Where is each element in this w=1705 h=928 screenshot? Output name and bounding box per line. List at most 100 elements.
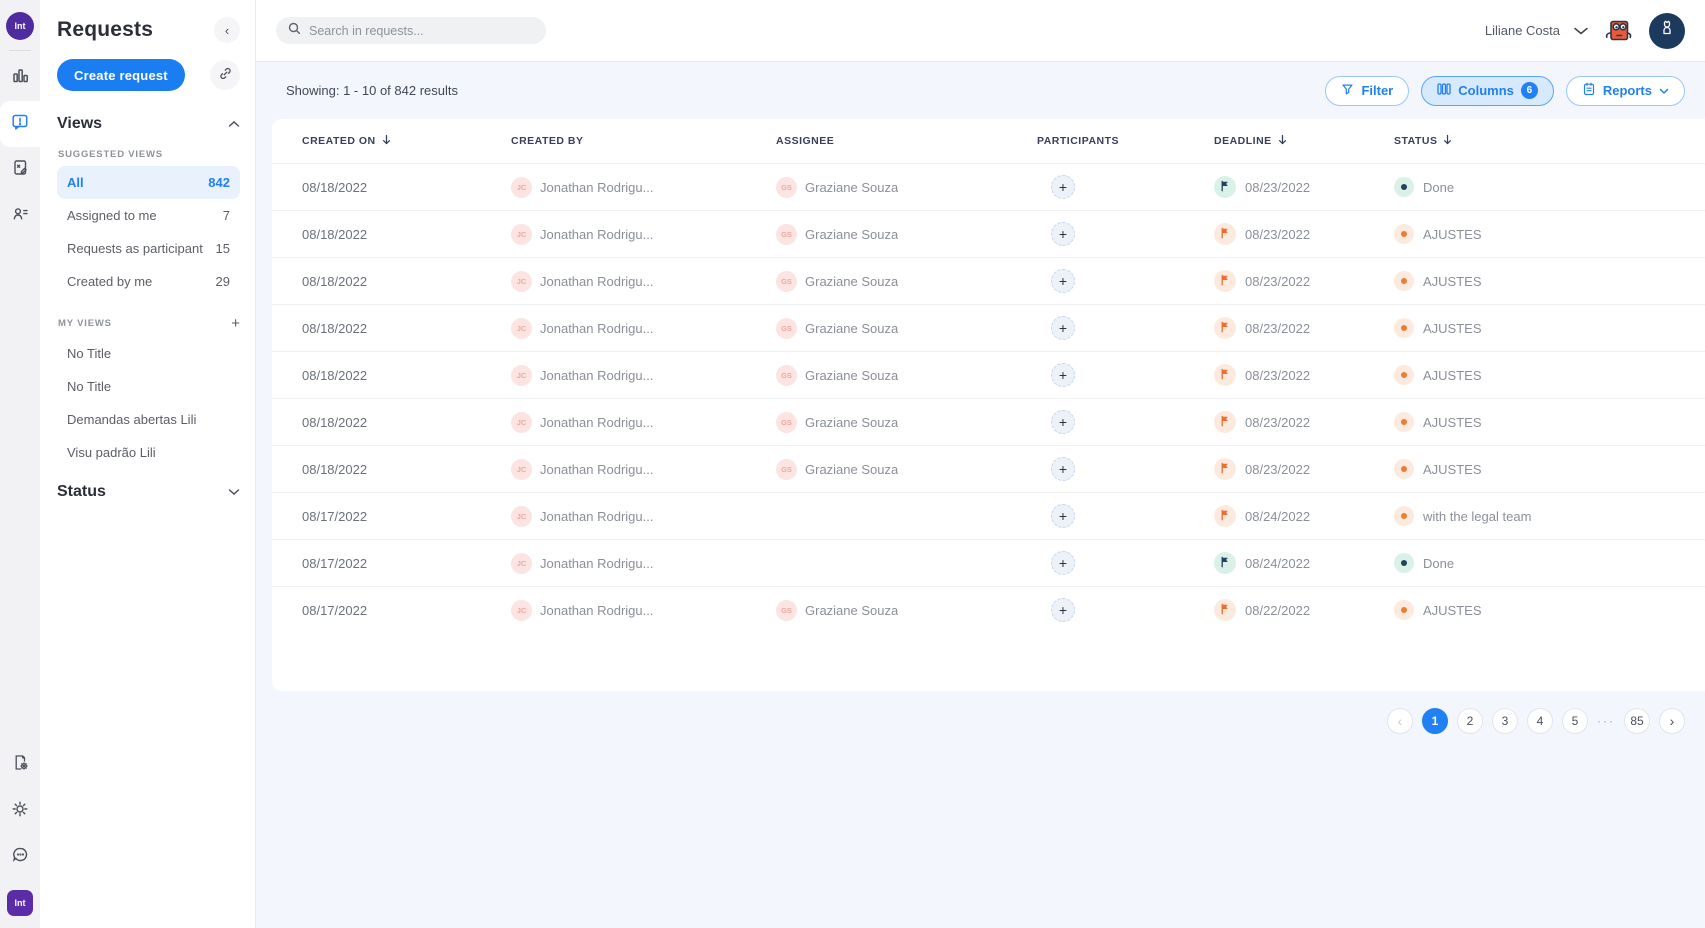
- deadline-date: 08/23/2022: [1245, 414, 1311, 430]
- column-label: DEADLINE: [1214, 135, 1272, 147]
- search-input[interactable]: [309, 23, 534, 38]
- table-row[interactable]: 08/18/2022 JC Jonathan Rodrigu... GS Grazian…: [272, 398, 1705, 445]
- sidebar-view-item[interactable]: Assigned to me 7: [57, 199, 240, 232]
- filter-button[interactable]: Filter: [1325, 75, 1410, 106]
- column-header[interactable]: STATUS: [1394, 134, 1705, 148]
- brand-logo[interactable]: lnt: [6, 12, 34, 40]
- rail-item-analytics[interactable]: [0, 55, 40, 101]
- add-participant-button[interactable]: +: [1051, 598, 1075, 622]
- add-view-icon[interactable]: +: [231, 316, 240, 331]
- status-dot: [1394, 506, 1414, 526]
- add-participant-button[interactable]: +: [1051, 363, 1075, 387]
- status-cell: AJUSTES: [1394, 459, 1705, 479]
- avatar: JC: [511, 411, 532, 433]
- column-header[interactable]: CREATED BY: [511, 135, 776, 147]
- deadline-cell: 08/23/2022: [1214, 317, 1394, 339]
- status-dot: [1394, 365, 1414, 385]
- sidebar-my-view-item[interactable]: Demandas abertas Lili: [57, 403, 240, 436]
- add-participant-button[interactable]: +: [1051, 316, 1075, 340]
- assignee-cell: GS Graziane Souza: [776, 458, 1037, 480]
- created-by-cell: JC Jonathan Rodrigu...: [511, 411, 776, 433]
- rail-item-settings[interactable]: [0, 788, 40, 834]
- rail-item-contacts[interactable]: [0, 193, 40, 239]
- deadline-date: 08/23/2022: [1245, 320, 1311, 336]
- create-request-button[interactable]: Create request: [57, 59, 185, 91]
- columns-button[interactable]: Columns 6: [1421, 75, 1554, 106]
- add-participant-button[interactable]: +: [1051, 222, 1075, 246]
- table-row[interactable]: 08/17/2022 JC Jonathan Rodrigu... GS Grazian…: [272, 586, 1705, 633]
- user-avatar[interactable]: [1649, 12, 1685, 49]
- add-participant-button[interactable]: +: [1051, 551, 1075, 575]
- sidebar-my-view-item[interactable]: No Title: [57, 370, 240, 403]
- page-button[interactable]: 5: [1562, 708, 1588, 734]
- add-participant-button[interactable]: +: [1051, 410, 1075, 434]
- topbar: Liliane Costa: [256, 0, 1705, 62]
- add-participant-button[interactable]: +: [1051, 457, 1075, 481]
- user-menu-chevron-icon[interactable]: [1573, 26, 1589, 36]
- column-header[interactable]: ASSIGNEE: [776, 135, 1037, 147]
- person-name: Jonathan Rodrigu...: [540, 320, 654, 336]
- page-button[interactable]: 4: [1527, 708, 1553, 734]
- status-dot: [1394, 177, 1414, 197]
- column-header[interactable]: DEADLINE: [1214, 134, 1394, 148]
- status-label: AJUSTES: [1423, 461, 1482, 477]
- pagination: ‹ 1 2 3 4 5 ··· 85 ›: [256, 691, 1705, 734]
- sidebar-my-view-item[interactable]: No Title: [57, 337, 240, 370]
- sidebar-collapse-button[interactable]: ‹: [214, 17, 240, 43]
- next-page-button[interactable]: ›: [1659, 708, 1685, 734]
- created-by-cell: JC Jonathan Rodrigu...: [511, 364, 776, 386]
- participants-cell: +: [1037, 457, 1214, 481]
- rail-item-requests[interactable]: [0, 101, 40, 147]
- views-section-header[interactable]: Views: [57, 115, 240, 133]
- table-row[interactable]: 08/17/2022 JC Jonathan Rodrigu... +08/24/20…: [272, 492, 1705, 539]
- person-icon: [1657, 18, 1677, 43]
- view-label: Created by me: [67, 274, 153, 289]
- avatar: GS: [776, 317, 797, 339]
- add-participant-button[interactable]: +: [1051, 269, 1075, 293]
- sidebar-view-item[interactable]: Created by me 29: [57, 265, 240, 298]
- search-box[interactable]: [276, 17, 546, 44]
- rail-item-doc-settings[interactable]: [0, 742, 40, 788]
- reports-button[interactable]: Reports: [1565, 75, 1685, 106]
- page-button[interactable]: 2: [1457, 708, 1483, 734]
- participants-cell: +: [1037, 504, 1214, 528]
- view-label: All: [67, 175, 84, 190]
- deadline-cell: 08/23/2022: [1214, 411, 1394, 433]
- table-row[interactable]: 08/18/2022 JC Jonathan Rodrigu... GS Grazian…: [272, 257, 1705, 304]
- brand-logo-bottom[interactable]: lnt: [7, 890, 33, 916]
- status-section-header[interactable]: Status: [57, 483, 240, 501]
- add-participant-button[interactable]: +: [1051, 504, 1075, 528]
- view-count: 29: [215, 274, 230, 289]
- view-label: Demandas abertas Lili: [67, 412, 197, 427]
- status-label: Done: [1423, 555, 1455, 571]
- table-row[interactable]: 08/18/2022 JC Jonathan Rodrigu... GS Grazian…: [272, 210, 1705, 257]
- table-row[interactable]: 08/18/2022 JC Jonathan Rodrigu... GS Grazian…: [272, 445, 1705, 492]
- status-cell: AJUSTES: [1394, 224, 1705, 244]
- participants-cell: +: [1037, 363, 1214, 387]
- status-dot: [1394, 553, 1414, 573]
- column-header[interactable]: CREATED ON: [302, 134, 511, 148]
- rail-item-documents[interactable]: [0, 147, 40, 193]
- assistant-mascot-icon[interactable]: [1602, 14, 1636, 48]
- sidebar-view-item[interactable]: All 842: [57, 166, 240, 199]
- page-button[interactable]: 1: [1422, 708, 1448, 734]
- status-label: with the legal team: [1423, 508, 1532, 524]
- table-row[interactable]: 08/18/2022 JC Jonathan Rodrigu... GS Grazian…: [272, 304, 1705, 351]
- page-button[interactable]: 3: [1492, 708, 1518, 734]
- table-row[interactable]: 08/18/2022 JC Jonathan Rodrigu... GS Grazian…: [272, 163, 1705, 210]
- deadline-date: 08/23/2022: [1245, 461, 1311, 477]
- add-participant-button[interactable]: +: [1051, 175, 1075, 199]
- column-header[interactable]: PARTICIPANTS: [1037, 135, 1214, 147]
- person-name: Jonathan Rodrigu...: [540, 367, 654, 383]
- person-name: Jonathan Rodrigu...: [540, 226, 654, 242]
- table-row[interactable]: 08/18/2022 JC Jonathan Rodrigu... GS Grazian…: [272, 351, 1705, 398]
- person-name: Jonathan Rodrigu...: [540, 179, 654, 195]
- previous-page-button[interactable]: ‹: [1387, 708, 1413, 734]
- rail-item-support-chat[interactable]: [0, 834, 40, 880]
- table-row[interactable]: 08/17/2022 JC Jonathan Rodrigu... +08/24/20…: [272, 539, 1705, 586]
- sidebar-my-view-item[interactable]: Visu padrão Lili: [57, 436, 240, 469]
- last-page-button[interactable]: 85: [1624, 708, 1650, 734]
- view-count: 842: [208, 175, 230, 190]
- sidebar-view-item[interactable]: Requests as participant 15: [57, 232, 240, 265]
- copy-link-button[interactable]: [210, 60, 240, 90]
